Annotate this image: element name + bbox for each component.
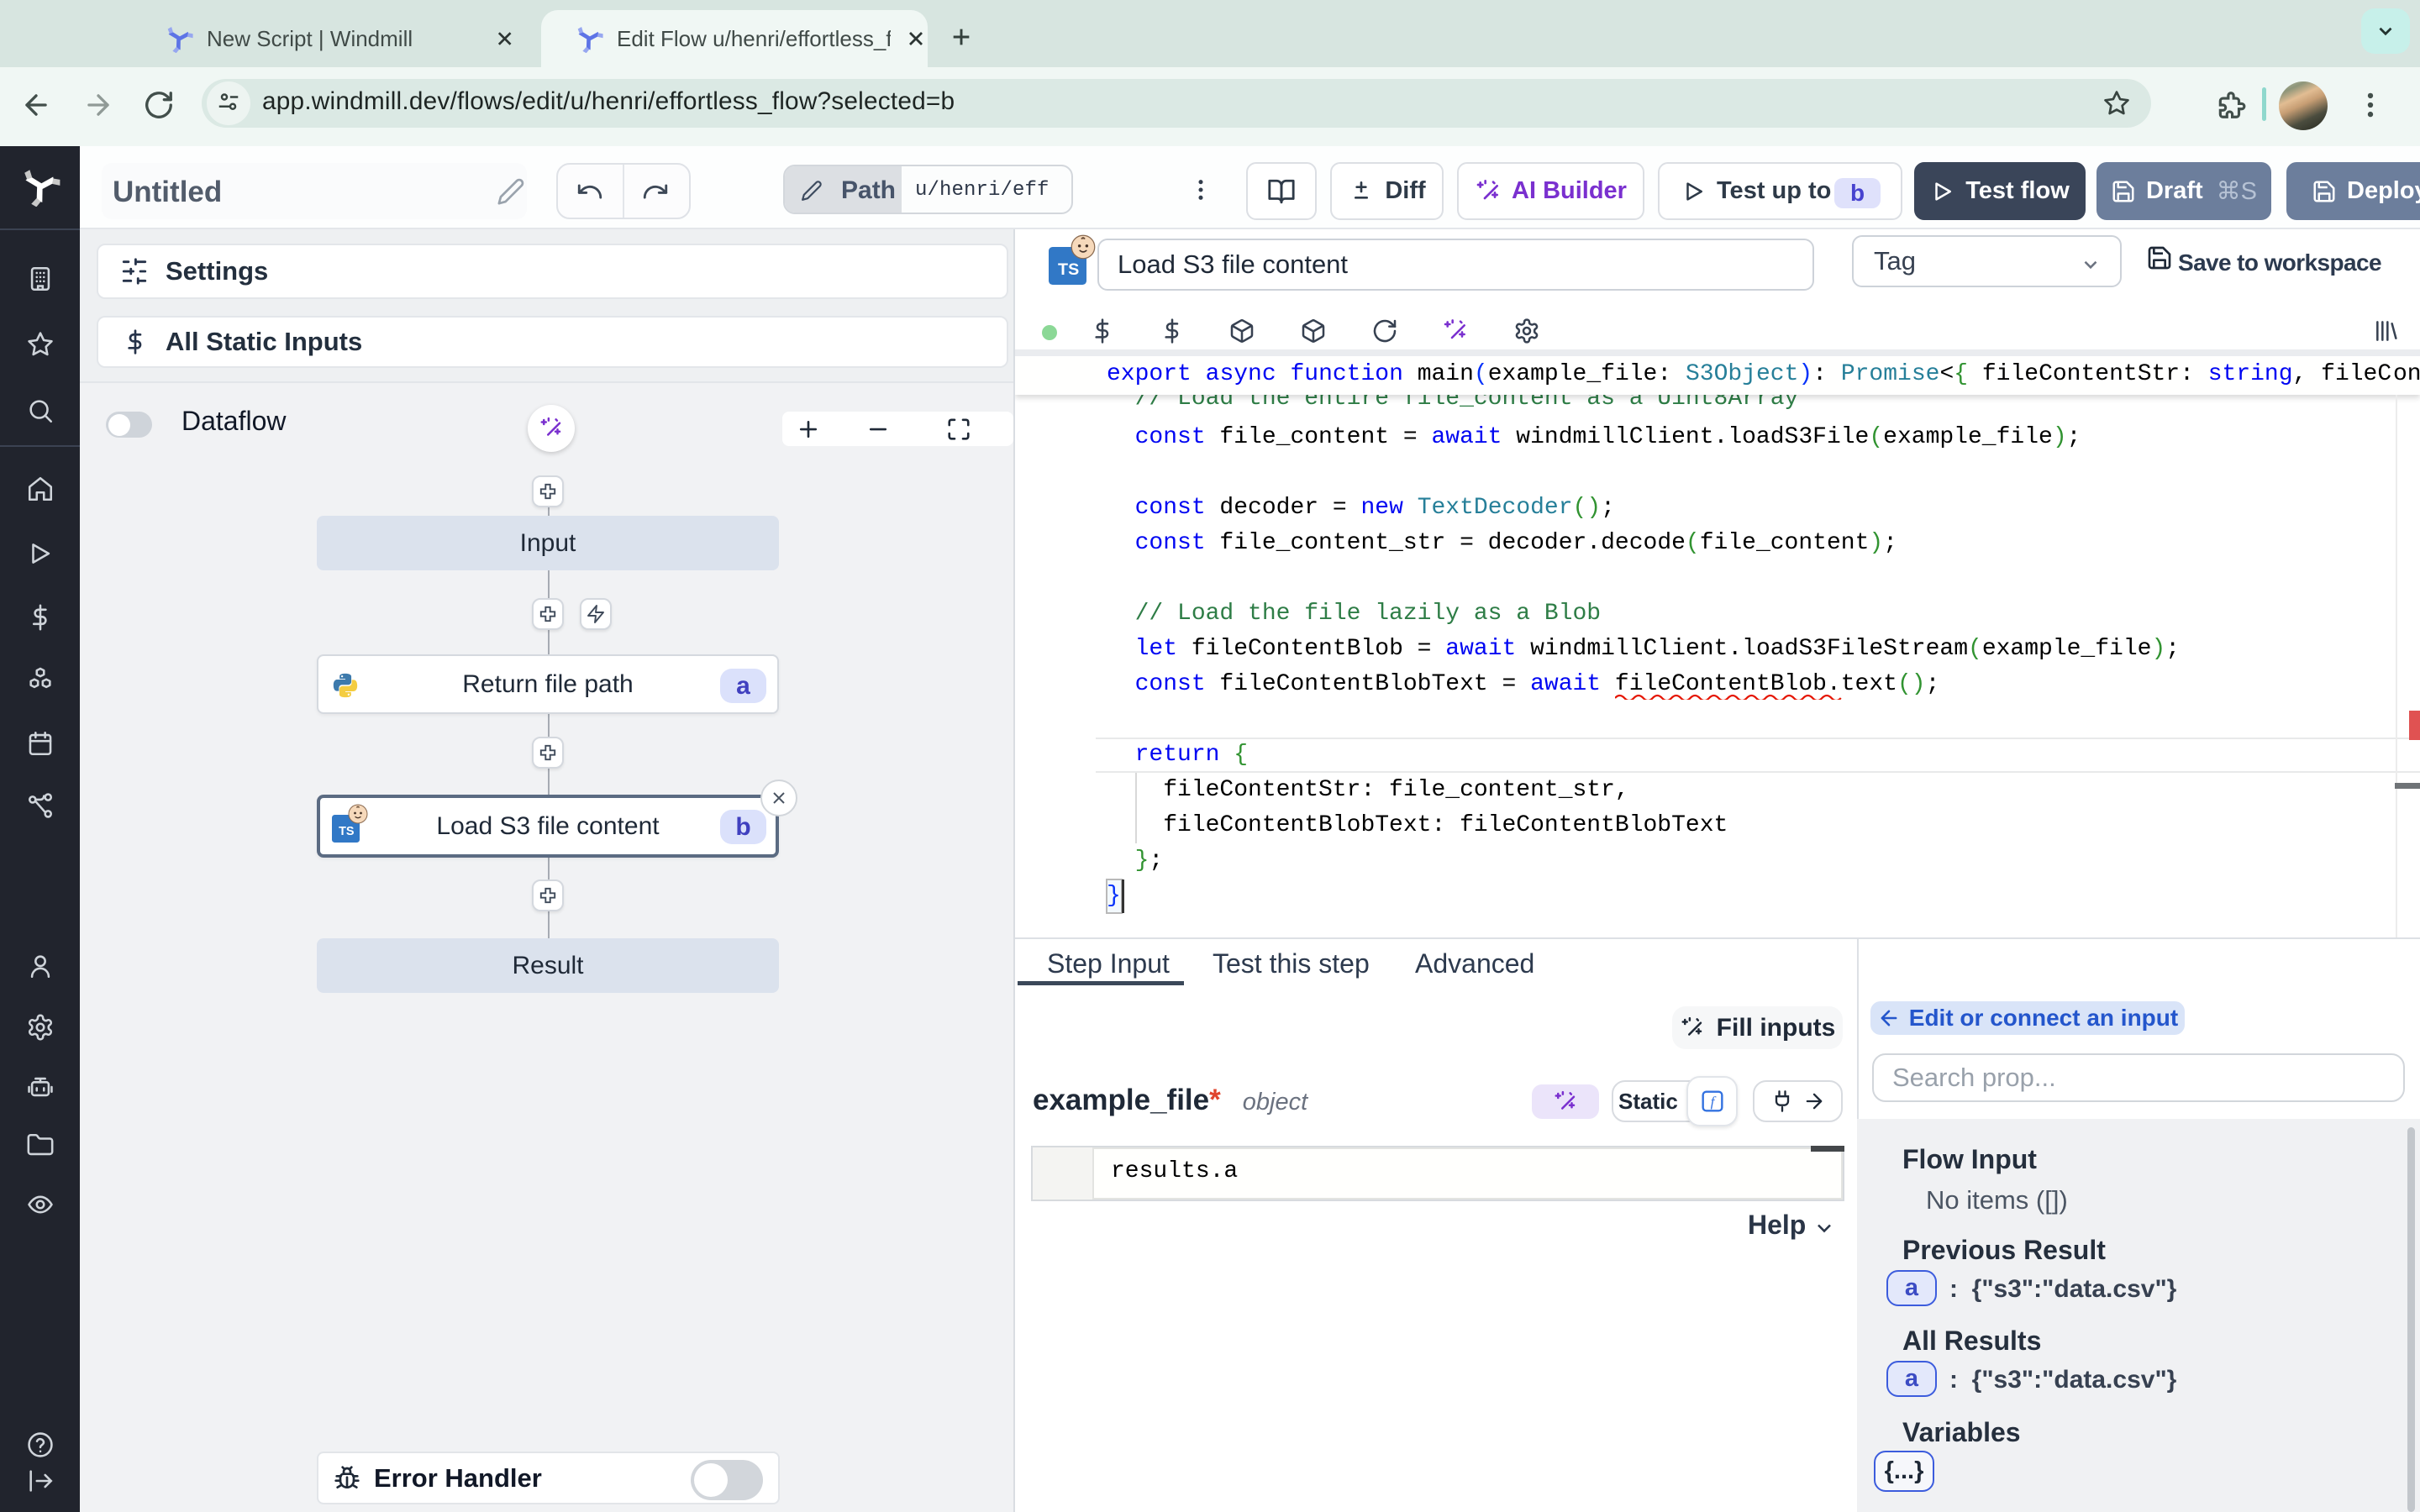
svg-text:f: f <box>1710 1094 1716 1110</box>
svg-text:TS: TS <box>339 825 355 838</box>
svg-text:TS: TS <box>1058 260 1079 279</box>
